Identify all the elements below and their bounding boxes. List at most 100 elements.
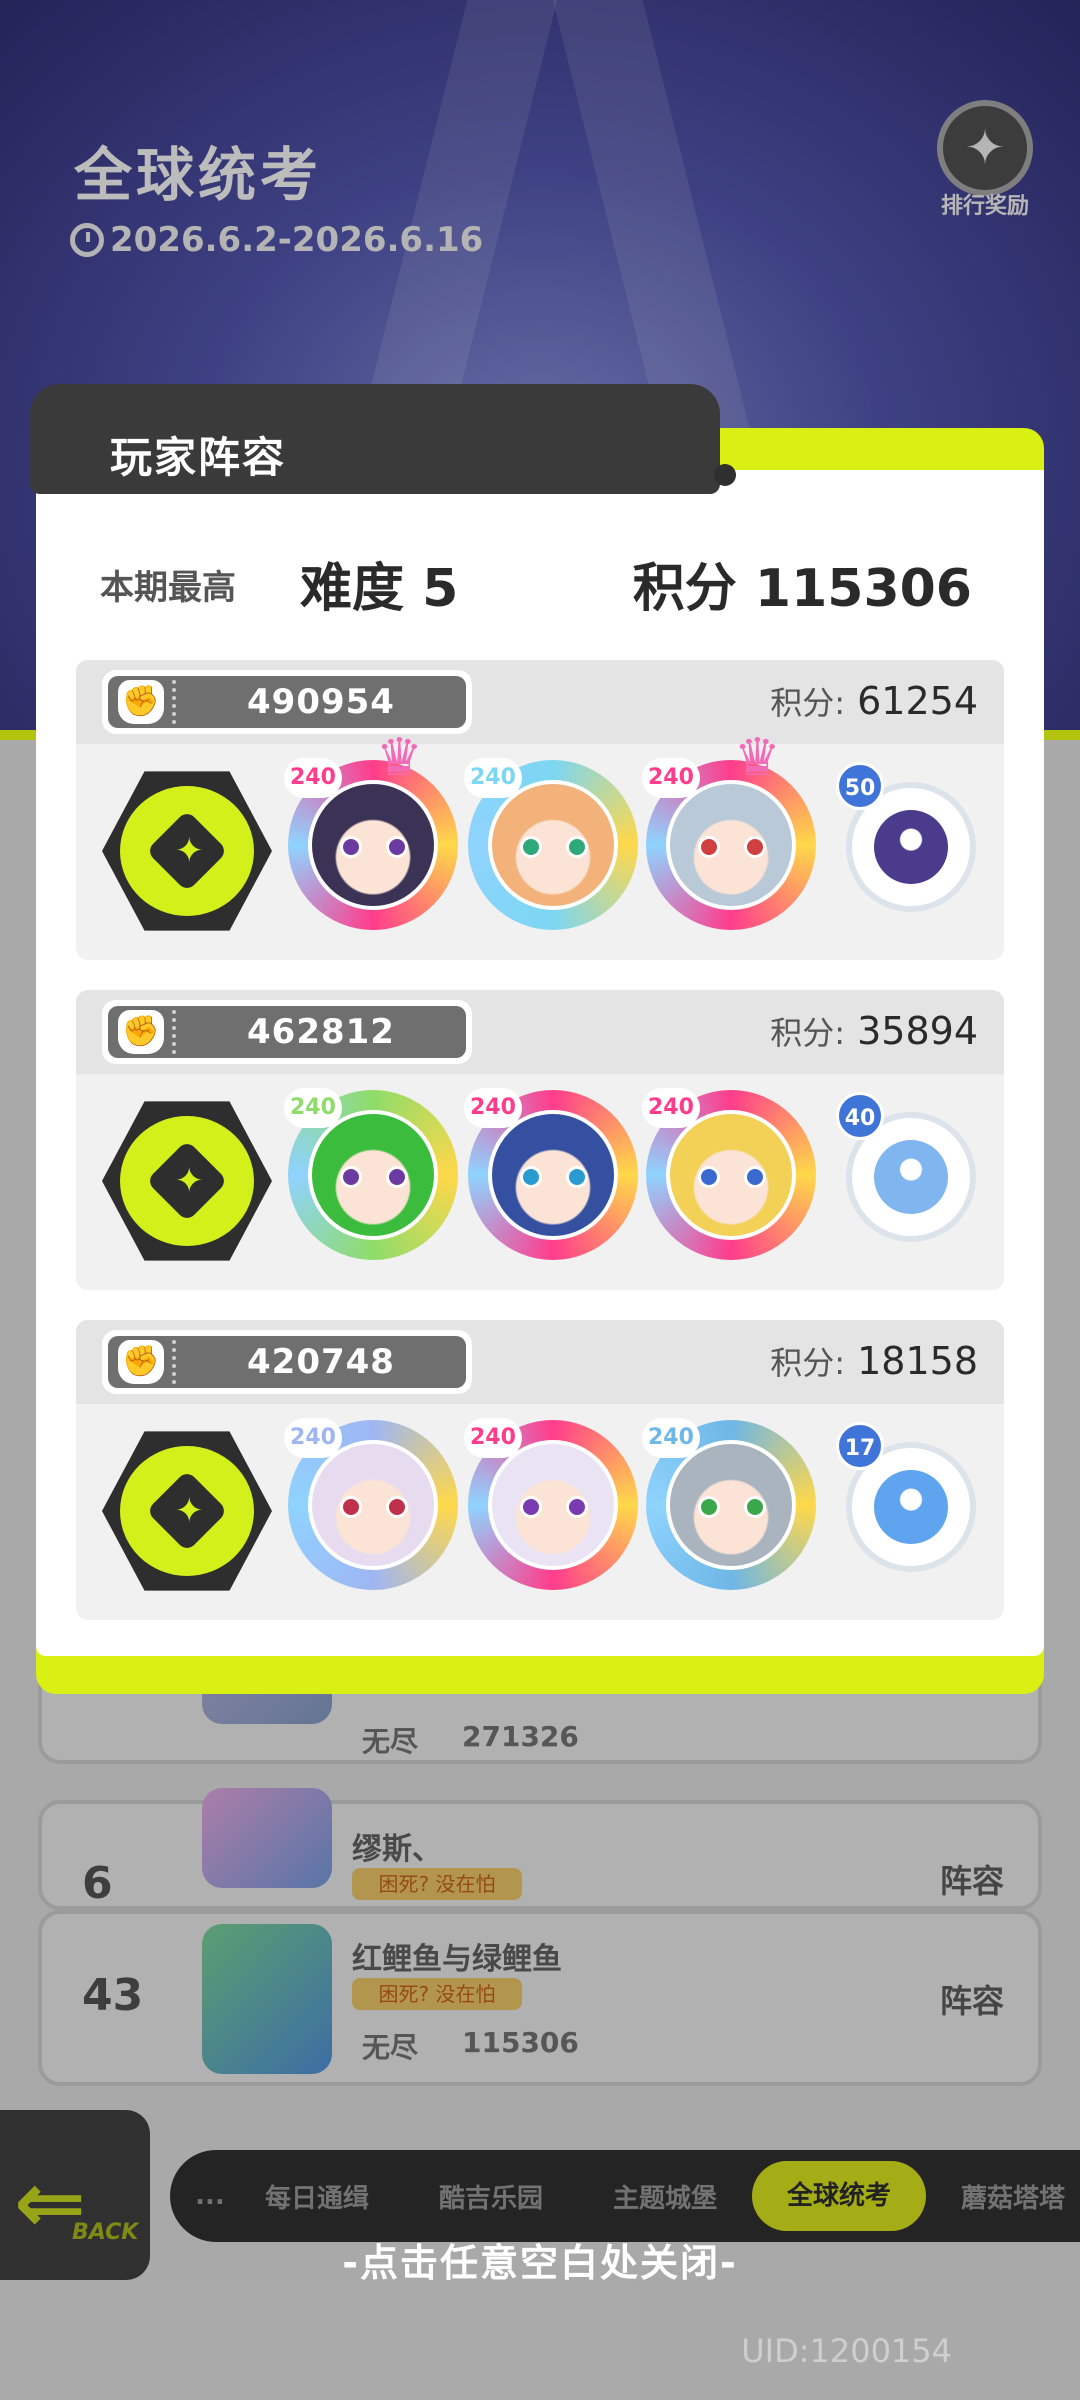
hero-portrait[interactable]: 240 (642, 1088, 816, 1260)
emblem-ring: ✦ (120, 1446, 254, 1576)
summary-label: 本期最高 (100, 568, 236, 608)
hero-eye (520, 1166, 542, 1188)
ticket-perforation (172, 1010, 178, 1054)
pet-level-badge: 17 (836, 1422, 884, 1470)
hero-face (666, 780, 796, 910)
pet-level-badge: 40 (836, 1092, 884, 1140)
hero-eye (386, 1496, 408, 1518)
team-score-value: 35894 (857, 1009, 978, 1053)
team-emblem-icon: ✦ (102, 1431, 272, 1591)
crown-icon: ♛ (376, 728, 423, 788)
team-score: 积分: 61254 (770, 678, 978, 724)
hero-portrait[interactable]: 240 (464, 758, 638, 930)
team-score-value: 18158 (857, 1339, 978, 1383)
hero-face (488, 780, 618, 910)
hero-portrait[interactable]: 240 ♛ (284, 732, 458, 930)
team-id-tag-inner: ✊ 462812 (108, 1006, 466, 1058)
hero-eye (386, 1166, 408, 1188)
pet-portrait[interactable]: 50 (836, 762, 976, 912)
hero-eye (520, 836, 542, 858)
pet-body (874, 1470, 948, 1544)
team-card-header: ✊ 420748 积分: 18158 (76, 1320, 1004, 1404)
hero-eye (566, 836, 588, 858)
hero-eye (744, 836, 766, 858)
fist-icon: ✊ (118, 1010, 164, 1054)
pet-portrait[interactable]: 40 (836, 1092, 976, 1242)
team-card-header: ✊ 462812 积分: 35894 (76, 990, 1004, 1074)
hero-eye (698, 1496, 720, 1518)
hero-portrait[interactable]: 240 ♛ (642, 732, 816, 930)
crown-icon: ♛ (734, 728, 781, 788)
hero-portrait[interactable]: 240 (464, 1418, 638, 1590)
team-emblem-icon: ✦ (102, 1101, 272, 1261)
hero-level-badge: 240 (642, 1088, 700, 1128)
hero-eye (698, 1166, 720, 1188)
hero-face (666, 1110, 796, 1240)
team-id-tag-inner: ✊ 490954 (108, 676, 466, 728)
hero-eye (340, 1496, 362, 1518)
hero-level-badge: 240 (464, 758, 522, 798)
emblem-star-icon: ✦ (175, 1491, 204, 1531)
hero-eye (386, 836, 408, 858)
team-score-label: 积分: (770, 1014, 846, 1052)
fist-icon: ✊ (118, 1340, 164, 1384)
hero-face (666, 1440, 796, 1570)
hero-face (308, 1110, 438, 1240)
ticket-perforation (172, 1340, 178, 1384)
hero-eye (566, 1166, 588, 1188)
hero-portrait[interactable]: 240 (642, 1418, 816, 1590)
team-id-tag: ✊ 462812 (102, 1000, 472, 1064)
hero-eye (520, 1496, 542, 1518)
emblem-star-icon: ✦ (175, 831, 204, 871)
team-score: 积分: 18158 (770, 1338, 978, 1384)
team-id-tag: ✊ 490954 (102, 670, 472, 734)
hero-face (308, 780, 438, 910)
hero-eye (698, 836, 720, 858)
hero-eye (744, 1496, 766, 1518)
hero-eye (340, 1166, 362, 1188)
hero-face (488, 1110, 618, 1240)
pet-body (874, 1140, 948, 1214)
hero-eye (566, 1496, 588, 1518)
ticket-perforation (172, 680, 178, 724)
modal-title: 玩家阵容 (110, 433, 287, 482)
team-id-tag-inner: ✊ 420748 (108, 1336, 466, 1388)
pet-body (874, 810, 948, 884)
pet-level-badge: 50 (836, 762, 884, 810)
hero-portrait[interactable]: 240 (284, 1418, 458, 1590)
team-id: 420748 (247, 1342, 395, 1382)
fist-icon: ✊ (118, 680, 164, 724)
emblem-ring: ✦ (120, 786, 254, 916)
emblem-ring: ✦ (120, 1116, 254, 1246)
hero-level-badge: 240 (284, 758, 342, 798)
hero-level-badge: 240 (642, 1418, 700, 1458)
best-difficulty: 难度 5 (300, 559, 459, 619)
team-card: ✊ 462812 积分: 35894 ✦ 240 240 240 40 (76, 990, 1004, 1290)
team-id-tag: ✊ 420748 (102, 1330, 472, 1394)
pet-portrait[interactable]: 17 (836, 1422, 976, 1572)
team-id: 490954 (247, 682, 395, 722)
team-card: ✊ 420748 积分: 18158 ✦ 240 240 240 17 (76, 1320, 1004, 1620)
hero-face (308, 1440, 438, 1570)
team-card-header: ✊ 490954 积分: 61254 (76, 660, 1004, 744)
hero-portrait[interactable]: 240 (464, 1088, 638, 1260)
hero-eye (744, 1166, 766, 1188)
close-hint: -点击任意空白处关闭- (342, 2241, 738, 2285)
team-emblem-icon: ✦ (102, 771, 272, 931)
user-id: UID:1200154 (741, 2332, 952, 2370)
hero-level-badge: 240 (464, 1088, 522, 1128)
team-card: ✊ 490954 积分: 61254 ✦ 240 ♛ 240 240 ♛ 50 (76, 660, 1004, 960)
emblem-star-icon: ✦ (175, 1161, 204, 1201)
hero-eye (340, 836, 362, 858)
team-score: 积分: 35894 (770, 1008, 978, 1054)
hero-level-badge: 240 (284, 1418, 342, 1458)
hero-level-badge: 240 (284, 1088, 342, 1128)
hero-portrait[interactable]: 240 (284, 1088, 458, 1260)
hero-level-badge: 240 (642, 758, 700, 798)
team-score-label: 积分: (770, 684, 846, 722)
best-score: 积分 115306 (632, 559, 972, 619)
hero-level-badge: 240 (464, 1418, 522, 1458)
team-score-label: 积分: (770, 1344, 846, 1382)
team-id: 462812 (247, 1012, 395, 1052)
header-dot (714, 464, 736, 486)
